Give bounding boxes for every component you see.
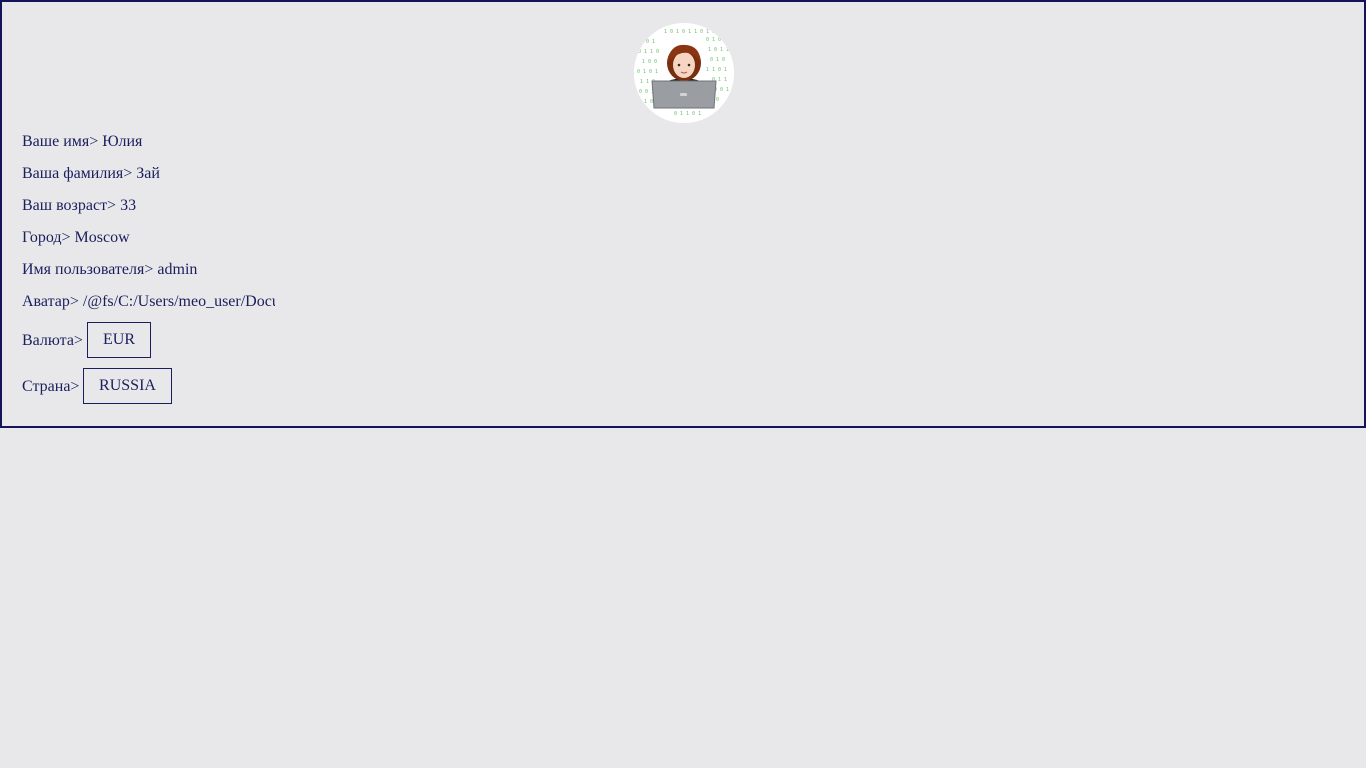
svg-text:1 0 1 0 1 1 0 1 0: 1 0 1 0 1 1 0 1 0 (664, 29, 715, 35)
svg-text:1 1 0 1: 1 1 0 1 (706, 67, 727, 73)
svg-text:1 0 0: 1 0 0 (642, 59, 657, 65)
avatar-path-label: Аватар> (22, 293, 79, 310)
last-name-row: Ваша фамилия> Зай (22, 164, 160, 184)
age-value: 33 (120, 197, 137, 214)
avatar-image: 1 0 1 0 1 1 0 1 0 0 0 1 0 1 1 1 0 0 0 1 … (634, 23, 734, 123)
svg-text:0 1 1 0 1: 0 1 1 0 1 (674, 111, 701, 117)
svg-text:0 1 0: 0 1 0 (710, 57, 725, 63)
profile-panel: 1 0 1 0 1 1 0 1 0 0 0 1 0 1 1 1 0 0 0 1 … (0, 0, 1366, 428)
svg-text:0 1 0 1: 0 1 0 1 (637, 69, 658, 75)
last-name-value: Зай (136, 165, 160, 182)
avatar-path-value: /@fs/C:/Users/meo_user/Documents (82, 293, 275, 310)
city-value: Moscow (74, 229, 130, 246)
first-name-label: Ваше имя> (22, 133, 99, 150)
first-name-value: Юлия (102, 133, 143, 150)
svg-text:0 1 0: 0 1 0 (706, 37, 721, 43)
currency-select[interactable]: EUR (87, 322, 151, 358)
svg-text:1 0 1: 1 0 1 (640, 39, 655, 45)
svg-text:0 1 1 0: 0 1 1 0 (638, 49, 659, 55)
first-name-row: Ваше имя> Юлия (22, 132, 142, 152)
city-row: Город> Moscow (22, 228, 130, 248)
country-label: Страна> (22, 378, 80, 395)
avatar-path-row: Аватар>/@fs/C:/Users/meo_user/Documents (22, 292, 275, 312)
age-row: Ваш возраст> 33 (22, 196, 136, 216)
username-label: Имя пользователя> (22, 261, 154, 278)
age-label: Ваш возраст> (22, 197, 117, 214)
country-select[interactable]: RUSSIA (83, 368, 172, 404)
city-label: Город> (22, 229, 71, 246)
last-name-label: Ваша фамилия> (22, 165, 133, 182)
svg-text:1 0 1 1: 1 0 1 1 (708, 47, 729, 53)
username-row: Имя пользователя> admin (22, 260, 197, 280)
username-value: admin (157, 261, 198, 278)
user-avatar: 1 0 1 0 1 1 0 1 0 0 0 1 0 1 1 1 0 0 0 1 … (634, 23, 734, 123)
currency-label: Валюта> (22, 332, 83, 349)
